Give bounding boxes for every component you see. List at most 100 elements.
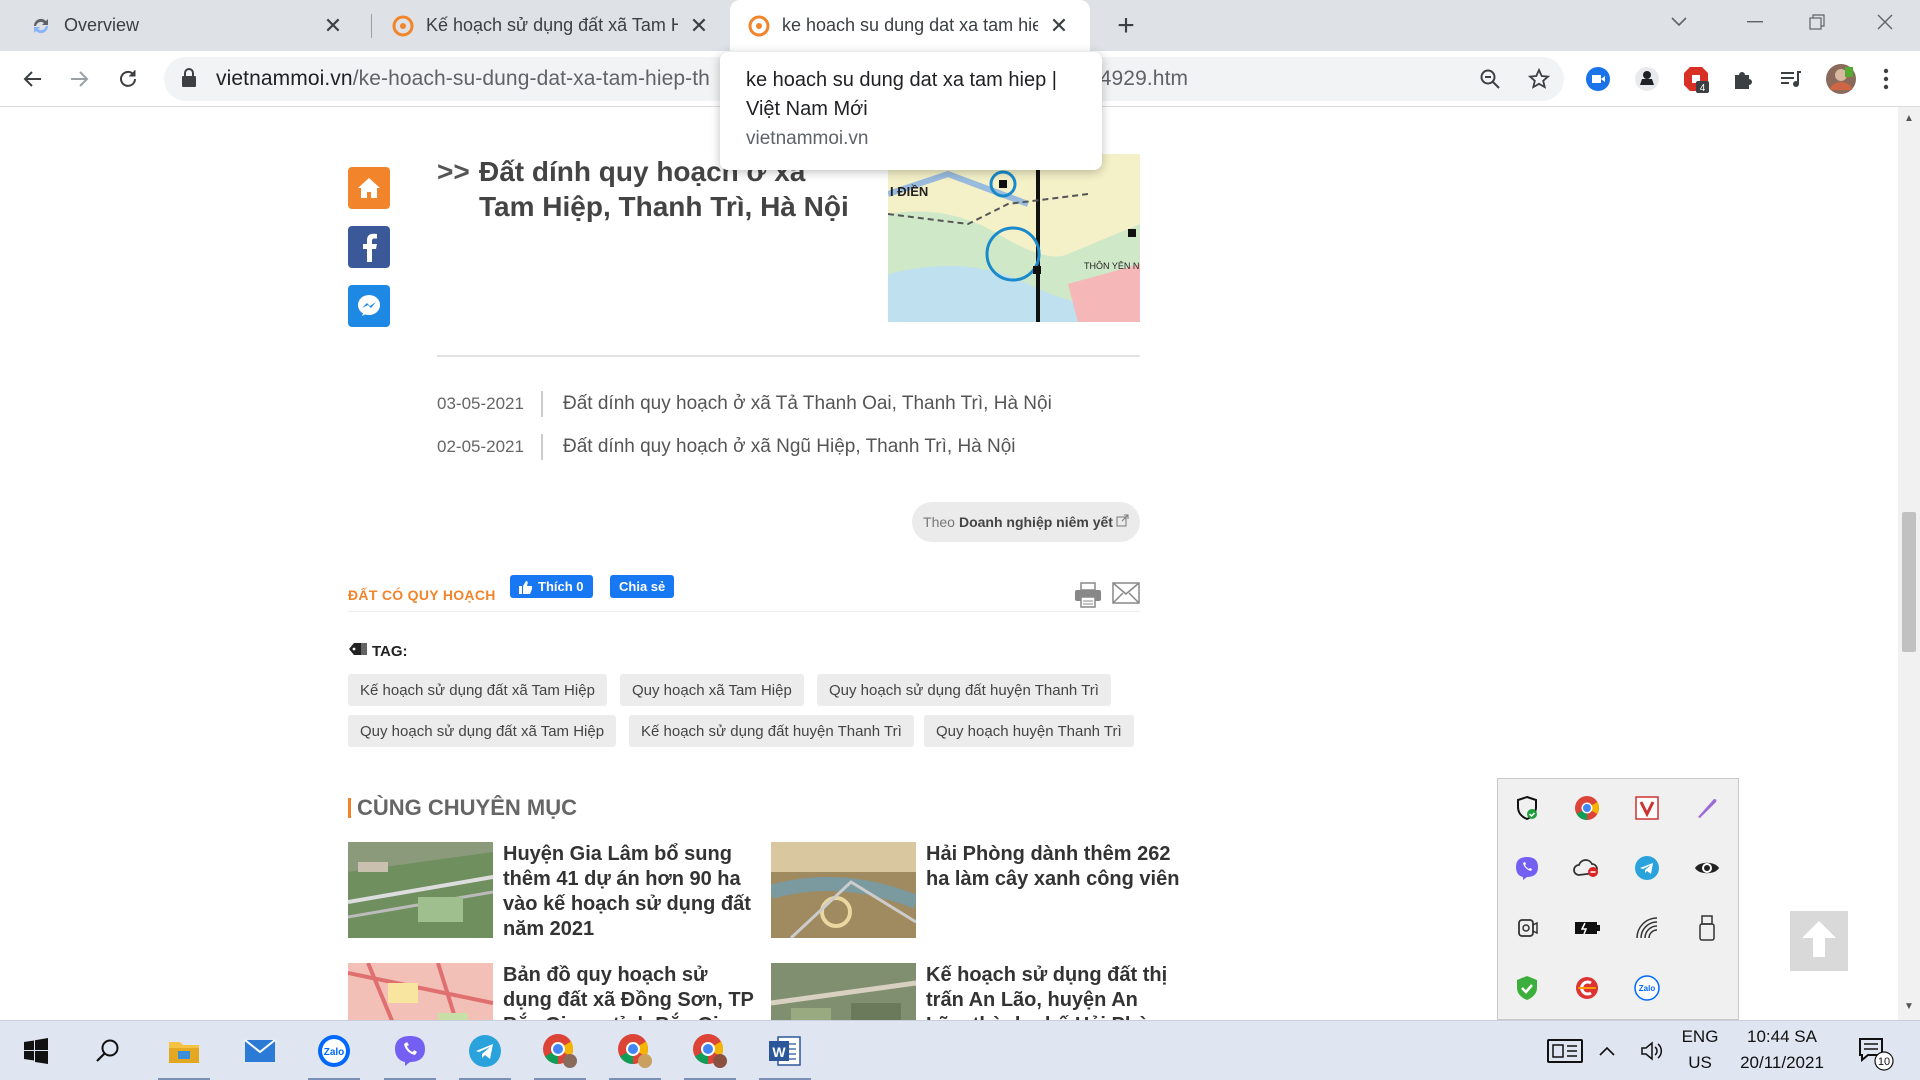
related-link[interactable]: Đất dính quy hoạch ở xã Ngũ Hiệp, Thanh … (563, 436, 1016, 458)
news-title[interactable]: Huyện Gia Lâm bổ sung thêm 41 dự án hơn … (503, 842, 758, 942)
section-title-text: CÙNG CHUYÊN MỤC (357, 795, 577, 820)
telegram-app-icon[interactable] (455, 1021, 515, 1080)
tag-item[interactable]: Quy hoạch xã Tam Hiệp (620, 674, 804, 706)
windows-security-icon[interactable] (1512, 793, 1542, 823)
zoom-icon[interactable] (1470, 59, 1510, 99)
minimize-button[interactable] (1720, 0, 1790, 44)
arrow-up-icon (1798, 918, 1840, 965)
news-thumbnail[interactable] (348, 963, 493, 1020)
back-button[interactable] (12, 59, 52, 99)
zalo-icon[interactable]: Zalo (1632, 973, 1662, 1003)
lock-icon[interactable] (180, 68, 202, 90)
tab-overview[interactable]: Overview ✕ (12, 0, 364, 51)
camera-icon[interactable] (1512, 913, 1542, 943)
tab-hover-card: ke hoach su dung dat xa tam hiep | Việt … (720, 52, 1102, 170)
chrome-profile-2-icon[interactable] (605, 1021, 665, 1080)
tab-search-icon[interactable] (1644, 0, 1714, 44)
print-icon[interactable] (1074, 582, 1102, 608)
tab-ke-hoach[interactable]: Kế hoạch sử dụng đất xã Tam Hiệp ✕ (374, 0, 730, 51)
related-item[interactable]: 03-05-2021 Đất dính quy hoạch ở xã Tả Th… (437, 391, 1052, 417)
avatar[interactable] (1824, 62, 1858, 96)
close-tab-icon[interactable]: ✕ (686, 13, 712, 39)
scroll-to-top-button[interactable] (1790, 911, 1848, 971)
battery-icon[interactable] (1572, 913, 1602, 943)
new-tab-button[interactable]: + (1108, 8, 1144, 44)
onedrive-icon[interactable] (1572, 853, 1602, 883)
menu-kebab-icon[interactable] (1866, 59, 1906, 99)
tag-item[interactable]: Quy hoạch huyện Thanh Trì (924, 715, 1134, 747)
media-controls-icon[interactable] (1775, 64, 1805, 94)
puzzle-icon[interactable] (1728, 64, 1758, 94)
tag-item[interactable]: Kế hoạch sử dụng đất xã Tam Hiệp (348, 674, 607, 706)
url-tail: 34929.htm (1087, 67, 1189, 90)
section-accent-bar (348, 798, 351, 818)
wifi-icon[interactable] (1632, 913, 1662, 943)
home-icon[interactable] (348, 167, 390, 209)
related-map-thumbnail[interactable]: I ĐIỀN THÔN YÊN N (888, 154, 1140, 322)
facebook-icon[interactable] (348, 226, 390, 268)
scroll-down-arrow-icon[interactable]: ▼ (1903, 1001, 1915, 1013)
viber-icon[interactable] (1512, 853, 1542, 883)
news-interests-icon[interactable] (1535, 1021, 1595, 1080)
facebook-share-button[interactable]: Chia sẻ (610, 575, 675, 598)
restore-button[interactable] (1782, 0, 1852, 44)
start-button[interactable] (6, 1021, 66, 1080)
news-thumbnail[interactable] (348, 842, 493, 938)
pen-icon[interactable] (1692, 793, 1722, 823)
close-tab-icon[interactable]: ✕ (1046, 13, 1072, 39)
scrollbar-thumb[interactable] (1902, 512, 1916, 652)
word-app-icon[interactable]: W (755, 1021, 815, 1080)
related-link[interactable]: Đất dính quy hoạch ở xã Tả Thanh Oai, Th… (563, 393, 1052, 415)
news-title[interactable]: Kế hoạch sử dụng đất thị trấn An Lão, hu… (926, 963, 1181, 1020)
notification-center-icon[interactable]: 10 (1846, 1021, 1902, 1080)
check-icon[interactable] (1512, 973, 1542, 1003)
messenger-icon[interactable] (348, 285, 390, 327)
search-icon[interactable] (78, 1021, 138, 1080)
chrome-icon[interactable] (1572, 793, 1602, 823)
related-item[interactable]: 02-05-2021 Đất dính quy hoạch ở xã Ngũ H… (437, 434, 1016, 460)
tray-overflow-panel: Zalo (1497, 778, 1739, 1020)
source-link[interactable]: Theo Doanh nghiệp niêm yết (912, 502, 1140, 542)
file-explorer-icon[interactable] (154, 1021, 214, 1080)
news-thumbnail[interactable] (771, 842, 916, 938)
show-hidden-icons-chevron-icon[interactable] (1587, 1021, 1627, 1080)
volume-icon[interactable] (1632, 1021, 1672, 1080)
viber-app-icon[interactable] (380, 1021, 440, 1080)
facebook-like-button[interactable]: Thích 0 (510, 575, 593, 598)
language-indicator[interactable]: ENG US (1680, 1027, 1720, 1073)
bookmark-star-icon[interactable] (1519, 59, 1559, 99)
extension-video-icon[interactable] (1583, 64, 1613, 94)
eye-icon[interactable] (1692, 853, 1722, 883)
tag-item[interactable]: Quy hoạch sử dụng đất xã Tam Hiệp (348, 715, 617, 747)
email-icon[interactable] (1112, 582, 1140, 608)
chrome-profile-1-icon[interactable] (530, 1021, 590, 1080)
chrome-profile-3-icon[interactable] (680, 1021, 740, 1080)
hover-card-domain: vietnammoi.vn (746, 128, 869, 149)
zalo-app-icon[interactable]: Zalo (304, 1021, 364, 1080)
forward-button[interactable] (60, 59, 100, 99)
tag-item[interactable]: Quy hoạch sử dụng đất huyện Thanh Trì (817, 674, 1111, 706)
news-title[interactable]: Bản đồ quy hoạch sử dụng đất xã Đồng Sơn… (503, 963, 758, 1020)
news-title[interactable]: Hải Phòng dành thêm 262 ha làm cây xanh … (926, 842, 1181, 892)
tab-active[interactable]: ke hoach su dung dat xa tam hiep ✕ (730, 0, 1090, 51)
clock[interactable]: 10:44 SA 20/11/2021 (1727, 1027, 1837, 1073)
tab-title: ke hoach su dung dat xa tam hiep (782, 15, 1038, 35)
category-link[interactable]: ĐẤT CÓ QUY HOẠCH (348, 587, 496, 603)
news-thumbnail[interactable] (771, 963, 916, 1020)
page-scrollbar[interactable]: ▲ ▼ (1898, 107, 1920, 1020)
extension-spy-icon[interactable] (1632, 64, 1662, 94)
tag-item[interactable]: Kế hoạch sử dụng đất huyện Thanh Trì (629, 715, 914, 747)
usb-icon[interactable] (1692, 913, 1722, 943)
telegram-icon[interactable] (1632, 853, 1662, 883)
close-window-button[interactable] (1850, 0, 1920, 44)
related-date: 02-05-2021 (437, 437, 524, 456)
scroll-up-arrow-icon[interactable]: ▲ (1903, 113, 1915, 125)
tab-divider (371, 14, 372, 38)
divider (348, 611, 1140, 612)
adblock-icon[interactable]: 4 (1681, 64, 1711, 94)
mail-icon[interactable] (230, 1021, 290, 1080)
ccleaner-icon[interactable] (1572, 973, 1602, 1003)
close-tab-icon[interactable]: ✕ (320, 13, 346, 39)
reload-button[interactable] (108, 59, 148, 99)
vivaldi-icon[interactable] (1632, 793, 1662, 823)
